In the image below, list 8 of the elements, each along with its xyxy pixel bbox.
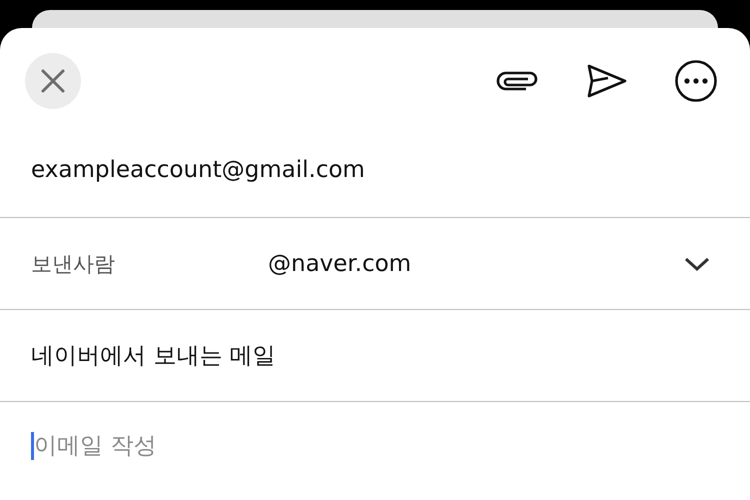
subject-field[interactable]: 네이버에서 보내는 메일 [31, 340, 276, 371]
close-icon [40, 68, 66, 94]
chevron-down-icon[interactable] [684, 256, 710, 272]
send-icon[interactable] [586, 64, 628, 98]
recipient-field[interactable]: exampleaccount@gmail.com [31, 156, 365, 182]
more-icon[interactable] [674, 59, 718, 103]
sender-field[interactable]: @naver.com [268, 250, 684, 276]
sender-label: 보낸사람 [31, 250, 116, 278]
